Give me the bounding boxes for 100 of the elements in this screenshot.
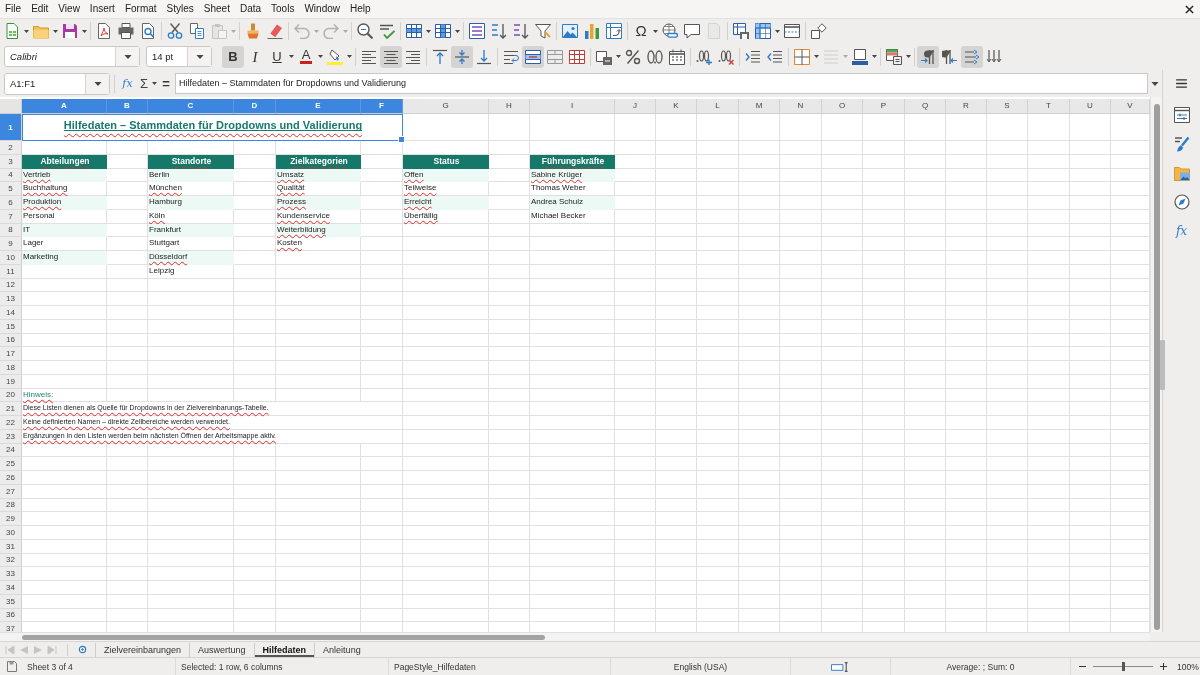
row-header[interactable]: 22 (0, 416, 22, 430)
selection-mode-icon[interactable] (831, 661, 850, 672)
align-center-button[interactable] (380, 45, 402, 68)
table-cell[interactable]: Überfällig (403, 209, 489, 224)
underline-button[interactable]: U (266, 45, 288, 68)
row-header[interactable]: 10 (0, 251, 22, 265)
print-area-button[interactable] (730, 20, 752, 42)
font-color-button[interactable]: A (295, 45, 317, 68)
column-header[interactable]: B (107, 99, 148, 114)
column-header[interactable]: G (403, 99, 489, 114)
menu-item[interactable]: Format (119, 0, 162, 18)
special-char-button[interactable]: Ω (630, 20, 652, 42)
menu-item[interactable]: Insert (84, 0, 120, 18)
table-cell[interactable]: Prozess (276, 196, 361, 210)
sum-button[interactable]: Σ (137, 73, 151, 94)
sheet-tab[interactable]: Hilfedaten (253, 642, 315, 657)
close-button[interactable] (1185, 4, 1194, 14)
table-cell[interactable]: Personal (22, 209, 107, 224)
slider-thumb[interactable] (1122, 662, 1125, 671)
row-header[interactable]: 33 (0, 567, 22, 581)
row-header[interactable]: 13 (0, 292, 22, 306)
table-cell[interactable]: Kundenservice (276, 209, 361, 224)
table-cell[interactable]: Düsseldorf (148, 251, 234, 265)
table-cell[interactable]: Thomas Weber (530, 182, 615, 196)
gallery-button[interactable] (1172, 164, 1191, 182)
row-header[interactable]: 25 (0, 457, 22, 471)
merged-cell[interactable]: Hilfedaten – Stammdaten für Dropdowns und Validierung (22, 114, 403, 141)
function-wizard-button[interactable]: fx (120, 73, 135, 94)
menu-item[interactable]: Window (299, 0, 345, 18)
menu-item[interactable]: Tools (266, 0, 300, 18)
column-header[interactable]: A (22, 99, 107, 114)
row-header[interactable]: 5 (0, 182, 22, 196)
table-cell[interactable]: Michael Becker (530, 209, 615, 224)
language[interactable]: English (USA) (673, 661, 728, 672)
sheet-tab[interactable]: Auswertung (189, 642, 254, 657)
bold-button[interactable]: B (222, 45, 244, 68)
functions-button[interactable]: fx (1172, 222, 1191, 240)
document-status-icon[interactable] (7, 661, 17, 672)
font-size-combobox[interactable]: 14 pt (146, 46, 212, 67)
freeze-button[interactable] (752, 20, 774, 42)
text-ltr-button[interactable] (961, 45, 983, 68)
column-header[interactable]: J (615, 99, 656, 114)
properties-button[interactable] (1172, 106, 1191, 124)
formula-input[interactable]: Hilfedaten – Stammdaten für Dropdowns und Validierung (175, 73, 1148, 94)
row-header[interactable]: 17 (0, 347, 22, 361)
column-header[interactable]: S (987, 99, 1028, 114)
column-header[interactable]: N (780, 99, 822, 114)
column-header[interactable]: L (697, 99, 739, 114)
menu-item[interactable]: Edit (26, 0, 54, 18)
pivot-button[interactable] (603, 20, 625, 42)
row-header[interactable]: 29 (0, 512, 22, 526)
draw-button[interactable] (808, 20, 830, 42)
table-cell[interactable]: Andrea Schulz (530, 196, 615, 210)
table-cell[interactable]: Marketing (22, 251, 107, 265)
column-header[interactable]: F (361, 99, 403, 114)
table-cell[interactable]: Köln (148, 209, 234, 224)
row-header[interactable]: 26 (0, 471, 22, 485)
sidebar-menu-button[interactable] (1174, 77, 1189, 90)
menu-item[interactable]: File (0, 0, 27, 18)
table-cell[interactable]: Weiterbildung (276, 223, 361, 238)
zoom-in-icon[interactable] (1160, 663, 1167, 670)
table-cell[interactable]: Qualität (276, 182, 361, 196)
row-header[interactable]: 30 (0, 526, 22, 540)
sheet-tab[interactable]: Anleitung (314, 642, 369, 657)
merge-center-button[interactable] (522, 45, 544, 68)
table-cell[interactable]: Stuttgart (148, 237, 234, 251)
table-cell[interactable]: Sabine Krüger (530, 168, 615, 183)
table-cell[interactable]: Produktion (22, 196, 107, 210)
column-header[interactable]: I (530, 99, 615, 114)
row-header[interactable]: 9 (0, 237, 22, 251)
menu-item[interactable]: View (53, 0, 85, 18)
row-header[interactable]: 2 (0, 141, 22, 155)
table-cell[interactable]: München (148, 182, 234, 196)
zoom-level[interactable]: 100% (1177, 661, 1199, 672)
table-cell[interactable]: Erreicht (403, 196, 489, 210)
ltr-button[interactable] (917, 45, 939, 68)
zoom-out-icon[interactable] (1079, 663, 1086, 670)
sidebar-handle[interactable] (1160, 340, 1165, 390)
table-cell[interactable]: Kosten (276, 237, 361, 251)
column-header[interactable]: E (276, 99, 361, 114)
sort-button[interactable] (466, 20, 488, 42)
scrollbar-thumb[interactable] (22, 634, 545, 640)
add-sheet-icon[interactable] (78, 645, 87, 654)
menu-item[interactable]: Help (345, 0, 376, 18)
sheet-tab[interactable]: Zielvereinbarungen (95, 642, 190, 657)
row-header[interactable]: 21 (0, 402, 22, 416)
menu-item[interactable]: Data (234, 0, 267, 18)
column-header[interactable]: T (1028, 99, 1070, 114)
table-cell[interactable]: Lager (22, 237, 107, 251)
row-header[interactable]: 14 (0, 306, 22, 320)
navigator-button[interactable] (1172, 193, 1191, 211)
row-header[interactable]: 34 (0, 581, 22, 595)
table-cell[interactable]: Teilweise (403, 182, 489, 196)
column-header[interactable]: P (863, 99, 905, 114)
column-header[interactable]: K (656, 99, 697, 114)
table-cell[interactable]: Umsatz (276, 168, 361, 183)
table-cell[interactable]: Buchhaltung (22, 182, 107, 196)
fill-handle[interactable] (398, 136, 405, 143)
column-header[interactable]: V (1111, 99, 1150, 114)
row-header[interactable]: 6 (0, 196, 22, 210)
